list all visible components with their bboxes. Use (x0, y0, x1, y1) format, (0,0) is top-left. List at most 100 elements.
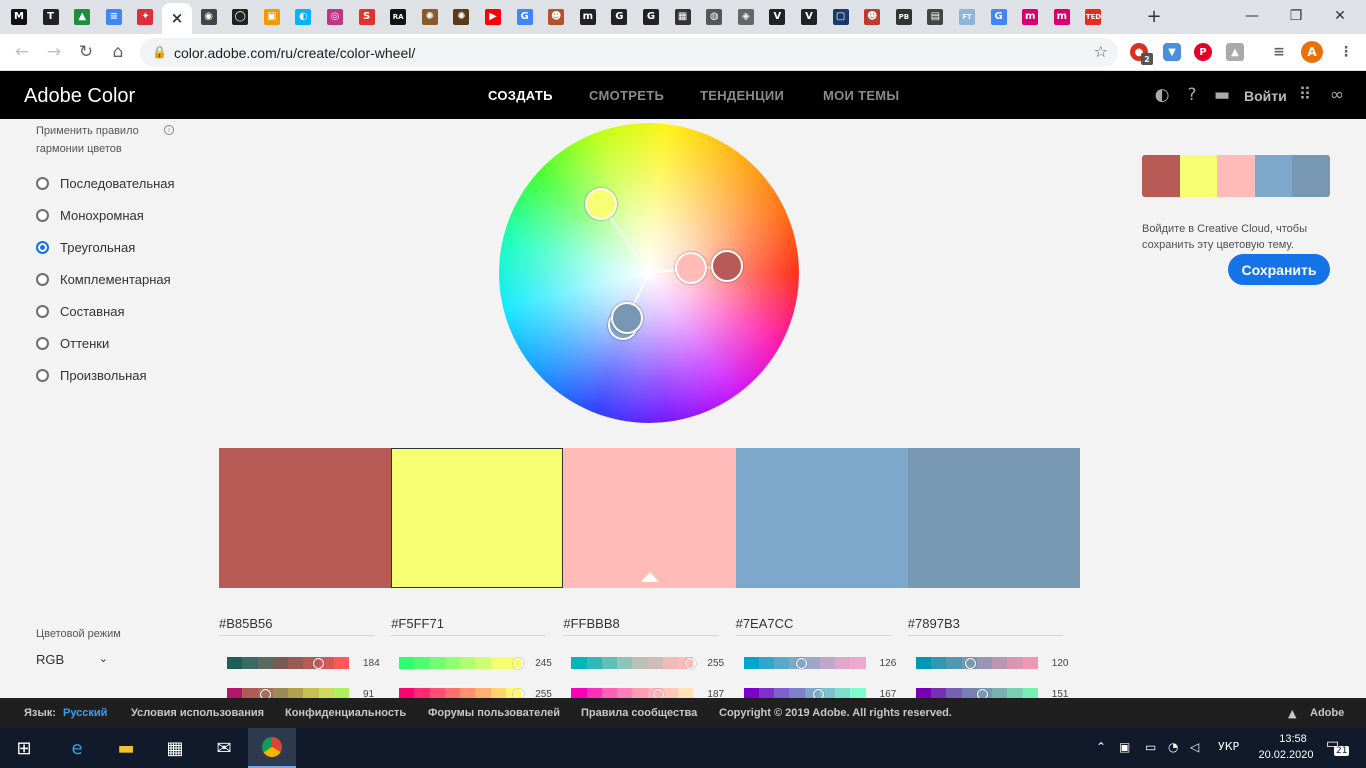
browser-tab[interactable]: RA (385, 5, 411, 29)
browser-tab[interactable]: G (606, 5, 632, 29)
footer-link-terms[interactable]: Условия использования (131, 707, 264, 719)
red-channel-slider[interactable] (571, 657, 694, 669)
browser-tab[interactable]: ▤ (922, 5, 948, 29)
input-language[interactable]: УКР (1218, 740, 1239, 753)
profile-avatar[interactable]: A (1301, 41, 1323, 63)
home-button[interactable]: ⌂ (106, 40, 130, 64)
slider-handle[interactable] (964, 658, 976, 669)
footer-link-guidelines[interactable]: Правила сообщества (581, 707, 697, 719)
browser-tab[interactable]: V (764, 5, 790, 29)
reading-list-icon[interactable]: ≡ (1270, 43, 1288, 61)
harmony-option[interactable]: Оттенки (36, 333, 109, 353)
apps-grid-icon[interactable]: ⠿ (1294, 84, 1316, 106)
adobe-footer-label[interactable]: Adobe (1310, 707, 1344, 719)
browser-tab[interactable]: ☻ (543, 5, 569, 29)
harmony-option[interactable]: Монохромная (36, 205, 144, 225)
signin-link[interactable]: Войти (1244, 88, 1287, 104)
tray-network-icon[interactable]: ▣ (1119, 740, 1130, 754)
browser-menu-icon[interactable]: ⋮ (1337, 43, 1355, 61)
red-channel-slider[interactable] (399, 657, 522, 669)
tray-chevron-icon[interactable]: ⌃ (1096, 740, 1106, 754)
browser-tab[interactable]: ≡ (101, 5, 127, 29)
browser-tab[interactable]: ✺ (448, 5, 474, 29)
extension-drive-icon[interactable]: ▲ (1226, 43, 1244, 61)
extension-shield-icon[interactable]: ▼ (1163, 43, 1181, 61)
browser-tab[interactable]: T (38, 5, 64, 29)
url-text[interactable]: color.adobe.com/ru/create/color-wheel/ (174, 45, 415, 61)
browser-tab[interactable]: ◎ (322, 5, 348, 29)
nav-my-themes[interactable]: МОИ ТЕМЫ (823, 88, 899, 103)
browser-tab[interactable]: M (6, 5, 32, 29)
footer-link-privacy[interactable]: Конфиденциальность (285, 707, 406, 719)
slider-handle[interactable] (312, 658, 324, 669)
browser-tab[interactable]: ▦ (670, 5, 696, 29)
browser-tab[interactable]: PB (891, 5, 917, 29)
color-swatch[interactable] (391, 448, 564, 588)
restore-button[interactable]: ❐ (1274, 4, 1318, 28)
browser-tab[interactable]: ▢ (828, 5, 854, 29)
browser-tab[interactable]: ◈ (733, 5, 759, 29)
wheel-handle-pink[interactable] (675, 252, 707, 284)
volume-icon[interactable]: ◁ (1190, 740, 1199, 754)
browser-tab[interactable]: m (1049, 5, 1075, 29)
hex-input[interactable]: #FFBBB8 (563, 616, 719, 636)
radio-button[interactable] (36, 272, 49, 286)
chrome-taskbar-icon[interactable] (248, 728, 296, 768)
browser-tab[interactable]: S (354, 5, 380, 29)
nav-create[interactable]: СОЗДАТЬ (488, 88, 553, 103)
browser-tab[interactable]: ☻ (859, 5, 885, 29)
browser-tab[interactable]: ◉ (196, 5, 222, 29)
browser-tab[interactable]: G (638, 5, 664, 29)
theme-toggle-icon[interactable]: ◐ (1151, 84, 1173, 106)
info-icon[interactable]: i (164, 125, 174, 135)
forward-button[interactable]: → (42, 40, 66, 64)
browser-tab[interactable]: G (986, 5, 1012, 29)
wheel-handle-yellow[interactable] (585, 188, 617, 220)
browser-tab[interactable]: ✦ (132, 5, 158, 29)
red-channel-slider[interactable] (915, 657, 1038, 669)
color-swatch[interactable] (563, 448, 736, 588)
radio-button[interactable] (36, 304, 49, 318)
extension-pinterest-icon[interactable]: P (1194, 43, 1212, 61)
harmony-option[interactable]: Последовательная (36, 173, 175, 193)
nav-explore[interactable]: СМОТРЕТЬ (589, 88, 664, 103)
creative-cloud-icon[interactable]: ∞ (1326, 84, 1348, 106)
reload-button[interactable]: ↻ (74, 40, 98, 64)
battery-icon[interactable]: ▭ (1145, 740, 1156, 754)
browser-tab[interactable]: ◍ (701, 5, 727, 29)
clock-time[interactable]: 13:58 (1268, 733, 1318, 745)
red-channel-slider[interactable] (227, 657, 349, 669)
wheel-handle-slate[interactable] (611, 302, 643, 334)
browser-tab[interactable]: TED (1080, 5, 1106, 29)
browser-tab[interactable]: ✺ (417, 5, 443, 29)
slider-handle[interactable] (684, 658, 696, 669)
browser-tab[interactable]: V (796, 5, 822, 29)
hex-input[interactable]: #F5FF71 (391, 616, 547, 636)
close-window-button[interactable]: ✕ (1318, 4, 1362, 28)
mail-icon[interactable]: ✉ (210, 734, 238, 762)
minimize-button[interactable]: — (1230, 4, 1274, 28)
language-link[interactable]: Русский (63, 707, 107, 719)
help-icon[interactable]: ? (1181, 84, 1203, 106)
save-button[interactable]: Сохранить (1228, 254, 1330, 285)
color-wheel[interactable] (499, 123, 799, 423)
wheel-handle-red[interactable] (711, 250, 743, 282)
radio-button[interactable] (36, 368, 49, 382)
close-tab-icon[interactable]: × (169, 11, 185, 27)
active-tab[interactable]: × (162, 3, 192, 34)
back-button[interactable]: ← (10, 40, 34, 64)
radio-button[interactable] (36, 176, 49, 190)
new-tab-button[interactable]: + (1142, 4, 1166, 28)
color-swatch[interactable] (735, 448, 908, 588)
color-mode-select[interactable]: RGB ⌄ (36, 652, 108, 667)
browser-tab[interactable]: FT (954, 5, 980, 29)
edge-icon[interactable]: e (63, 734, 91, 762)
browser-tab[interactable]: ▲ (69, 5, 95, 29)
slider-handle[interactable] (512, 658, 524, 669)
harmony-option[interactable]: Произвольная (36, 365, 147, 385)
start-windows-icon[interactable]: ⊞ (10, 734, 38, 762)
browser-tab[interactable]: ◐ (290, 5, 316, 29)
wifi-icon[interactable]: ◔ (1168, 740, 1178, 754)
browser-tab[interactable]: m (1017, 5, 1043, 29)
file-explorer-icon[interactable]: ▬ (112, 734, 140, 762)
